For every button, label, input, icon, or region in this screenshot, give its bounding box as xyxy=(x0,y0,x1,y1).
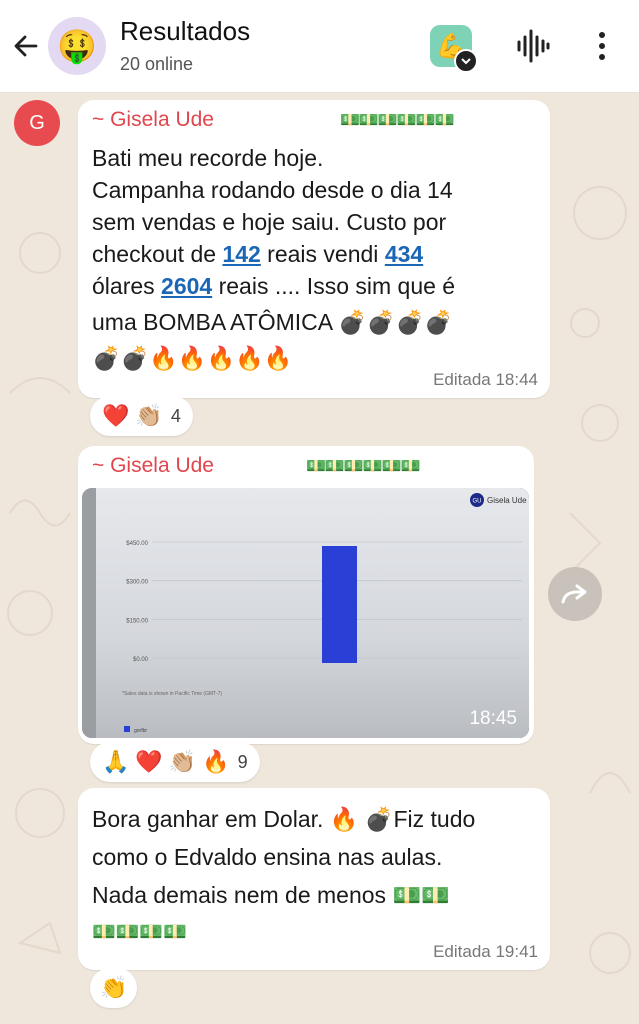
sender-badge: 💵💵💵💵💵💵 xyxy=(306,458,421,475)
fire-icon: 🔥 xyxy=(202,749,230,774)
pray-icon: 🙏 xyxy=(102,749,130,774)
online-count: 20 online xyxy=(120,54,194,74)
brand-label: Gisela Ude xyxy=(487,496,527,505)
text-line: Bora ganhar em Dolar. 🔥 💣Fiz tudo xyxy=(92,806,476,832)
bar xyxy=(322,546,357,663)
app-shortcut-icon[interactable]: 💪 xyxy=(430,25,478,73)
sender-name[interactable]: ~ Gisela Ude xyxy=(92,108,214,132)
clap-icon: 👏 xyxy=(100,975,128,1000)
message-bubble[interactable]: Bora ganhar em Dolar. 🔥 💣Fiz tudo como o… xyxy=(78,788,550,970)
y-tick-label: $150.00 xyxy=(126,618,148,624)
message-text: Bati meu recorde hoje. Campanha rodando … xyxy=(92,142,542,374)
sender-badge: 💵💵💵💵💵💵 xyxy=(340,112,455,129)
chart-footnote: *Sales data is shown in Pacific Time (GM… xyxy=(122,691,222,697)
text-fragment: reais .... Isso sim que é xyxy=(212,273,456,299)
message-timestamp: Editada 19:41 xyxy=(433,942,538,961)
y-tick-label: $300.00 xyxy=(126,580,148,586)
chat-title[interactable]: Resultados xyxy=(120,16,250,47)
message-text: Bora ganhar em Dolar. 🔥 💣Fiz tudo como o… xyxy=(92,800,542,952)
text-fragment: checkout de xyxy=(92,241,223,267)
text-line: Campanha rodando desde o dia 14 xyxy=(92,177,453,203)
phone-link[interactable]: 142 xyxy=(222,241,260,267)
group-avatar[interactable]: 🤑 xyxy=(48,17,106,75)
forward-icon[interactable] xyxy=(548,567,602,621)
back-arrow-icon[interactable] xyxy=(8,26,44,66)
text-line: sem vendas e hoje saiu. Custo por xyxy=(92,209,447,235)
chevron-down-icon xyxy=(454,49,478,73)
brand-initials: GU xyxy=(473,499,482,505)
sender-name[interactable]: ~ Gisela Ude xyxy=(92,454,214,478)
message-bubble[interactable]: ~ Gisela Ude 💵💵💵💵💵💵 Bati meu recorde hoj… xyxy=(78,100,550,398)
heart-icon: ❤️ xyxy=(102,403,130,428)
reactions-bar[interactable]: 👏 xyxy=(90,968,138,1008)
text-line: Bati meu recorde hoje. xyxy=(92,145,324,171)
reaction-count: 4 xyxy=(170,405,181,426)
text-line: Nada demais nem de menos 💵💵 xyxy=(92,882,450,908)
reaction-count: 9 xyxy=(237,751,248,772)
text-line: uma BOMBA ATÔMICA 💣💣💣💣 xyxy=(92,309,453,335)
text-fragment: reais vendi xyxy=(260,241,385,267)
voice-chat-icon[interactable] xyxy=(513,26,553,66)
message-timestamp: Editada 18:44 xyxy=(433,370,538,389)
legend-label: gorfbr xyxy=(134,728,147,734)
y-tick-label: $0.00 xyxy=(133,657,149,663)
phone-link[interactable]: 2604 xyxy=(161,273,212,299)
chart-screenshot-image[interactable]: $450.00 $300.00 $150.00 $0.00 GU Gisela Ude *S… xyxy=(82,488,529,738)
reactions-bar[interactable]: ❤️ 👏🏼 4 xyxy=(90,396,193,436)
image-timestamp: 18:45 xyxy=(469,708,517,729)
legend-swatch xyxy=(124,726,130,732)
more-options-icon[interactable] xyxy=(588,26,616,66)
sender-avatar[interactable]: G xyxy=(14,100,60,146)
chat-header: 🤑 Resultados 20 online 💪 xyxy=(0,0,639,93)
bar-chart: $450.00 $300.00 $150.00 $0.00 GU Gisela Ude *S… xyxy=(82,488,527,738)
text-line: como o Edvaldo ensina nas aulas. xyxy=(92,844,443,870)
text-fragment: ólares xyxy=(92,273,162,299)
screen-bezel xyxy=(82,488,96,738)
reactions-bar[interactable]: 🙏 ❤️ 👏🏼 🔥 9 xyxy=(90,742,260,782)
heart-icon: ❤️ xyxy=(135,749,163,774)
clap-icon: 👏🏼 xyxy=(135,403,163,428)
y-tick-label: $450.00 xyxy=(126,541,148,547)
phone-link[interactable]: 434 xyxy=(385,241,423,267)
text-line: checkout de 142 reais vendi 434 xyxy=(92,238,542,270)
clap-icon: 👏🏼 xyxy=(168,749,197,774)
text-line: ólares 2604 reais .... Isso sim que é xyxy=(92,270,542,302)
